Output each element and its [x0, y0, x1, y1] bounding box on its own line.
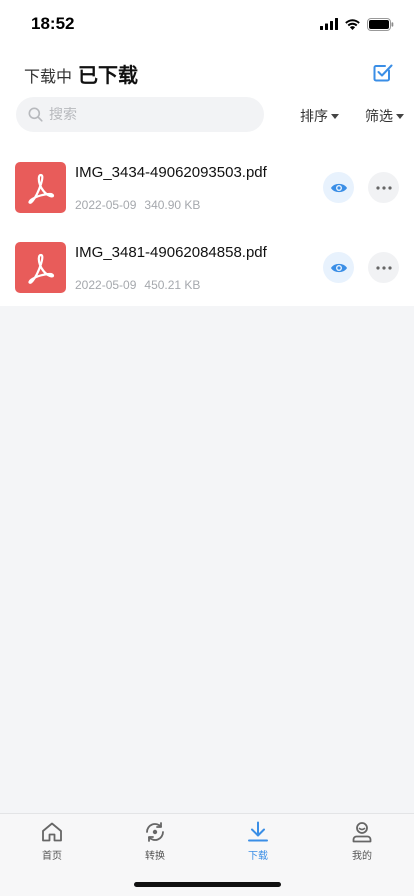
- status-time: 18:52: [31, 14, 75, 33]
- pdf-icon: [15, 162, 66, 213]
- download-icon: [248, 821, 268, 842]
- sort-button[interactable]: 排序: [300, 106, 339, 126]
- wifi-icon: [345, 19, 360, 30]
- tab-convert[interactable]: 转换: [125, 820, 185, 866]
- status-icons: [320, 16, 394, 32]
- more-options-button[interactable]: [368, 172, 399, 203]
- home-indicator: [134, 882, 281, 887]
- filter-button[interactable]: 筛选: [365, 106, 404, 126]
- pdf-icon: [15, 242, 66, 293]
- more-options-button[interactable]: [368, 252, 399, 283]
- tab-profile[interactable]: 我的: [332, 820, 392, 866]
- file-meta: 2022-05-09 450.21 KB: [75, 278, 200, 292]
- checkbox-edit-icon: [373, 64, 393, 82]
- sort-label: 排序: [300, 109, 328, 125]
- home-icon: [42, 822, 62, 842]
- tab-downloading[interactable]: 下载中: [24, 63, 72, 87]
- content-area: 18:52 下载中 已下载 搜索 排序 筛选 IMG_3434-49062093…: [0, 0, 414, 306]
- multi-select-button[interactable]: [372, 61, 394, 83]
- file-list-item[interactable]: IMG_3434-49062093503.pdf 2022-05-09 340.…: [0, 162, 414, 242]
- file-name: IMG_3481-49062084858.pdf: [75, 244, 267, 261]
- caret-down-icon: [331, 113, 339, 119]
- status-bar: 18:52: [0, 0, 414, 48]
- ellipsis-icon: [375, 265, 392, 270]
- battery-icon: [367, 17, 394, 31]
- profile-icon: [352, 822, 372, 843]
- file-size: 450.21 KB: [144, 278, 201, 292]
- tab-downloaded[interactable]: 已下载: [78, 59, 138, 88]
- tab-profile-label: 我的: [352, 851, 372, 862]
- tab-convert-label: 转换: [145, 851, 165, 862]
- search-input[interactable]: [49, 106, 239, 123]
- file-date: 2022-05-09: [75, 198, 137, 212]
- tab-home[interactable]: 首页: [22, 820, 82, 866]
- eye-icon: [330, 183, 347, 192]
- convert-icon: [146, 822, 164, 842]
- eye-icon: [330, 263, 347, 272]
- cellular-signal-icon: [320, 18, 338, 30]
- file-list-item[interactable]: IMG_3481-49062084858.pdf 2022-05-09 450.…: [0, 242, 414, 322]
- tab-download-label: 下载: [248, 851, 268, 862]
- search-bar[interactable]: [16, 97, 264, 132]
- preview-button[interactable]: [323, 172, 354, 203]
- file-meta: 2022-05-09 340.90 KB: [75, 198, 200, 212]
- preview-button[interactable]: [323, 252, 354, 283]
- filter-label: 筛选: [365, 109, 393, 125]
- tab-download[interactable]: 下载: [228, 820, 288, 866]
- tab-home-label: 首页: [42, 851, 62, 862]
- caret-down-icon: [396, 113, 404, 119]
- search-icon: [28, 107, 43, 122]
- ellipsis-icon: [375, 185, 392, 190]
- file-date: 2022-05-09: [75, 278, 137, 292]
- file-name: IMG_3434-49062093503.pdf: [75, 164, 267, 181]
- file-size: 340.90 KB: [144, 198, 201, 212]
